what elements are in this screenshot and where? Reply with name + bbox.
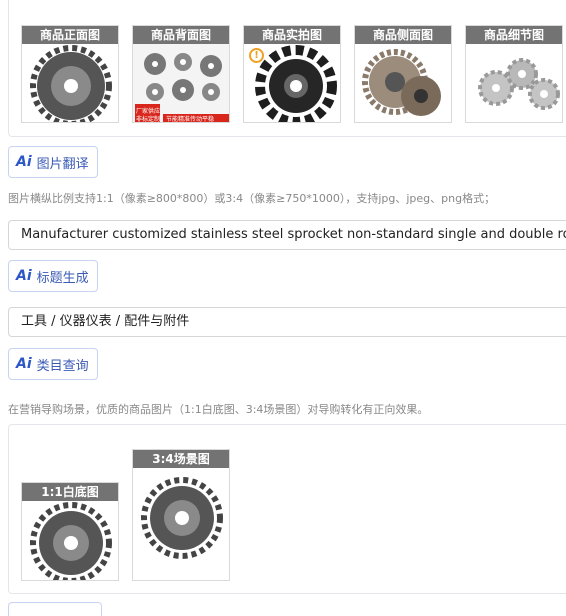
- main-image-back-label: 商品背面图: [133, 26, 229, 44]
- main-image-side-label: 商品侧面图: [355, 26, 451, 44]
- side-sprocket-image: [362, 49, 441, 116]
- category-query-label: 类目查询: [36, 358, 89, 374]
- main-image-front[interactable]: 商品正面图: [21, 25, 119, 123]
- image-translate-button[interactable]: Ai 图片翻译: [8, 146, 98, 178]
- bottom-button-partial[interactable]: [8, 602, 102, 616]
- main-image-back[interactable]: 商品背面图 厂家供应 非标定制 节能精准传动平稳: [132, 25, 230, 123]
- detail-sprocket-image: [478, 58, 560, 110]
- sprocket-image: [141, 477, 223, 559]
- category-input[interactable]: 工具 / 仪器仪表 / 配件与附件: [8, 307, 566, 337]
- guide-image-white-label: 1:1白底图: [22, 483, 118, 501]
- main-image-detail-label: 商品细节图: [466, 26, 562, 44]
- back-image-tag-2: 非标定制: [136, 116, 161, 123]
- main-images-panel: 商品正面图 商品背面图 厂家供应 非标定制 节能精准传动平稳 商品实拍图 ! 商…: [8, 0, 566, 137]
- back-image-tag-3: 节能精准传动平稳: [166, 116, 215, 123]
- category-query-button[interactable]: Ai 类目查询: [8, 348, 98, 380]
- sprocket-image: [30, 502, 112, 580]
- ai-icon: Ai: [16, 356, 32, 372]
- image-requirement-hint: 图片横纵比例支持1:1（像素≥800*800）或3:4（像素≥750*1000）…: [8, 192, 496, 205]
- title-generate-label: 标题生成: [36, 270, 89, 286]
- title-generate-button[interactable]: Ai 标题生成: [8, 260, 98, 292]
- main-image-side[interactable]: 商品侧面图: [354, 25, 452, 123]
- main-image-real[interactable]: 商品实拍图 !: [243, 25, 341, 123]
- guide-image-white[interactable]: 1:1白底图: [21, 482, 119, 581]
- guide-image-scene-label: 3:4场景图: [133, 450, 229, 468]
- ai-icon: Ai: [16, 154, 32, 170]
- guide-images-panel: 1:1白底图 3:4场景图: [8, 424, 566, 594]
- ai-icon: Ai: [16, 268, 32, 284]
- image-translate-label: 图片翻译: [36, 156, 89, 172]
- main-image-detail[interactable]: 商品细节图: [465, 25, 563, 123]
- warning-icon: !: [249, 48, 264, 63]
- guide-image-scene[interactable]: 3:4场景图: [132, 449, 230, 581]
- main-image-front-label: 商品正面图: [22, 26, 118, 44]
- main-image-real-label: 商品实拍图: [244, 26, 340, 44]
- title-input[interactable]: Manufacturer customized stainless steel …: [8, 220, 566, 250]
- sprocket-image: [30, 45, 112, 122]
- guide-image-hint: 在营销导购场景，优质的商品图片（1:1白底图、3:4场景图）对导购转化有正向效果…: [8, 403, 429, 416]
